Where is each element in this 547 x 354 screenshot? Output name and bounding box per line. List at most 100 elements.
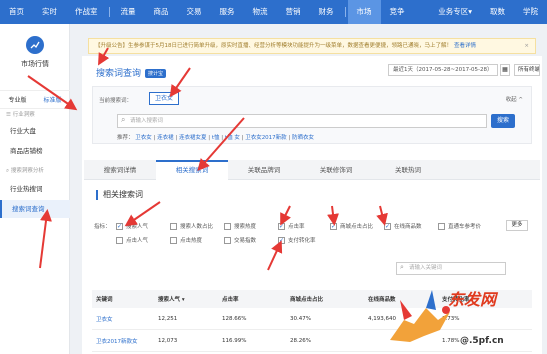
cell: 128.66%: [222, 315, 247, 322]
rec-link[interactable]: t恤: [212, 135, 220, 141]
checkbox-checked-icon: ✓: [116, 222, 123, 230]
col-search-popularity[interactable]: 搜索人气 ▾: [158, 295, 222, 303]
tab-bar: 搜索词详情 相关搜索词 关联品牌词 关联修饰词 关联热词: [84, 160, 540, 180]
metric-checkbox[interactable]: 直通车参考价: [438, 222, 481, 230]
nav-home[interactable]: 首页: [0, 0, 33, 24]
title-badge: 搜计宝: [145, 69, 167, 78]
rec-link[interactable]: 连衣裙女夏: [179, 135, 207, 141]
search-icon: ⌕: [400, 263, 404, 271]
search-button[interactable]: 搜索: [491, 114, 515, 128]
nav-realtime[interactable]: 实时: [33, 0, 66, 24]
nav-finance[interactable]: 财务: [310, 0, 343, 24]
query-box: 当前搜索词： 卫衣女 收起 ^ 请输入搜索词 ⌕ 搜索 推荐： 卫衣女 | 连衣…: [92, 86, 532, 144]
rec-link[interactable]: 卫衣女: [135, 135, 152, 141]
col-keyword: 关键词: [96, 297, 113, 303]
nav-market[interactable]: 市场: [347, 0, 381, 24]
nav-business-zone[interactable]: 业务专区▾: [429, 0, 481, 24]
checkbox-icon: [170, 222, 177, 230]
calendar-icon[interactable]: ▦: [500, 64, 510, 76]
checkbox-checked-icon: ✓: [278, 222, 285, 230]
date-range-picker[interactable]: 最近1天（2017-05-28~2017-05-28）: [388, 64, 498, 76]
sidebar-group-industry: ☰ 行业洞察: [6, 112, 35, 118]
terminal-select[interactable]: 所有终端: [514, 64, 540, 76]
chart-icon: [26, 36, 44, 54]
watermark-domain: @.5pf.cn: [460, 336, 504, 346]
nav-divider: [108, 7, 110, 17]
version-standard[interactable]: 标准版: [43, 95, 61, 104]
keyword-link[interactable]: 卫衣2017新款女: [92, 337, 158, 345]
rec-link[interactable]: t恤 女: [225, 135, 240, 141]
nav-traffic[interactable]: 流量: [112, 0, 145, 24]
checkbox-checked-icon: ✓: [278, 236, 285, 244]
notice-link[interactable]: 查看详情: [454, 43, 476, 49]
metric-checkbox[interactable]: ✓ 搜索人气: [116, 222, 148, 230]
sidebar: 市场行情 专业版 标准版 ☰ 行业洞察 行业大盘 商品店铺榜 ⌕ 搜索洞察分析 …: [0, 24, 70, 354]
keyword-link[interactable]: 卫衣女: [92, 315, 158, 323]
tab-related-hot[interactable]: 关联热词: [372, 160, 444, 180]
version-switch: 专业版 标准版: [0, 90, 70, 109]
sidebar-item-search-query[interactable]: 搜索词查询: [0, 200, 70, 218]
module-title: 市场行情: [21, 60, 49, 68]
rec-link[interactable]: 卫衣女2017新款: [245, 135, 287, 141]
metric-checkbox[interactable]: 交易指数: [224, 236, 256, 244]
metric-checkbox[interactable]: 点击热度: [170, 236, 202, 244]
tab-search-detail[interactable]: 搜索词详情: [84, 160, 156, 180]
search-icon: ⌕: [121, 115, 126, 124]
metric-checkbox[interactable]: ✓ 商城点击占比: [330, 222, 373, 230]
section-title: 相关搜索词: [96, 190, 143, 200]
notice-text: 【升级公告】生参参谋于5月18日已进行简单升级，原实时直播、经营分析等模块功能提…: [95, 43, 453, 49]
sidebar-item-product-shop-rank[interactable]: 商品店铺榜: [0, 142, 70, 160]
checkbox-checked-icon: ✓: [330, 222, 337, 230]
checkbox-icon: [116, 236, 123, 244]
metric-checkbox[interactable]: 点击人气: [116, 236, 148, 244]
nav-service[interactable]: 服务: [211, 0, 244, 24]
current-term-label: 当前搜索词：: [99, 98, 133, 104]
rec-link[interactable]: 连衣裙: [157, 135, 174, 141]
cell: 28.26%: [290, 337, 311, 344]
close-icon[interactable]: ×: [524, 39, 529, 53]
sidebar-group-search: ⌕ 搜索洞察分析: [6, 168, 44, 174]
metric-checkbox[interactable]: ✓ 支付转化率: [278, 236, 316, 244]
nav-trade[interactable]: 交易: [178, 0, 211, 24]
checkbox-icon: [438, 222, 445, 230]
metric-checkbox[interactable]: 搜索热度: [224, 222, 256, 230]
upgrade-notice: 【升级公告】生参参谋于5月18日已进行简单升级，原实时直播、经营分析等模块功能提…: [88, 38, 536, 54]
sidebar-item-hot-search[interactable]: 行业热搜词: [0, 180, 70, 198]
checkbox-icon: [170, 236, 177, 244]
current-term-chip[interactable]: 卫衣女: [149, 92, 180, 105]
collapse-toggle[interactable]: 收起 ^: [506, 95, 523, 103]
nav-competition[interactable]: 竞争: [381, 0, 414, 24]
metric-checkbox[interactable]: ✓ 在线商品数: [384, 222, 422, 230]
rec-link[interactable]: 防晒衣女: [292, 135, 314, 141]
search-input[interactable]: 请输入搜索词: [117, 114, 487, 128]
chevron-down-icon: ▾: [468, 7, 472, 16]
nav-academy[interactable]: 学院: [514, 0, 547, 24]
nav-divider: [344, 7, 346, 17]
tab-related-search[interactable]: 相关搜索词: [156, 160, 228, 180]
col-ctr[interactable]: 点击率: [222, 295, 290, 303]
module-header: 市场行情: [0, 36, 70, 69]
nav-data-fetch[interactable]: 取数: [481, 0, 514, 24]
metric-checkbox[interactable]: ✓ 点击率: [278, 222, 305, 230]
more-metrics-button[interactable]: 更多: [506, 220, 528, 231]
tab-related-modifier[interactable]: 关联修饰词: [300, 160, 372, 180]
nav-marketing[interactable]: 营销: [277, 0, 310, 24]
nav-logistics[interactable]: 物流: [244, 0, 277, 24]
keyword-filter-input[interactable]: 请输入关键词: [396, 262, 506, 275]
checkbox-icon: [224, 222, 231, 230]
watermark-text: 东发网: [448, 290, 497, 309]
nav-product[interactable]: 商品: [145, 0, 178, 24]
cell: 116.99%: [222, 337, 247, 344]
nav-war-room[interactable]: 作战室: [66, 0, 107, 24]
metrics-label: 指标：: [94, 224, 111, 230]
page-title: 搜索词查询 搜计宝: [96, 66, 167, 79]
metric-checkbox[interactable]: 搜索人数占比: [170, 222, 213, 230]
sidebar-item-industry-overview[interactable]: 行业大盘: [0, 122, 70, 140]
cell: 30.47%: [290, 315, 311, 322]
version-pro[interactable]: 专业版: [8, 95, 26, 104]
checkbox-icon: [224, 236, 231, 244]
tab-related-brand[interactable]: 关联品牌词: [228, 160, 300, 180]
top-nav: 首页 实时 作战室 流量 商品 交易 服务 物流 营销 财务 市场 竞争 业务专…: [0, 0, 547, 24]
col-mall-click-share[interactable]: 商城点击占比: [290, 295, 368, 303]
cell: 12,251: [158, 315, 178, 322]
